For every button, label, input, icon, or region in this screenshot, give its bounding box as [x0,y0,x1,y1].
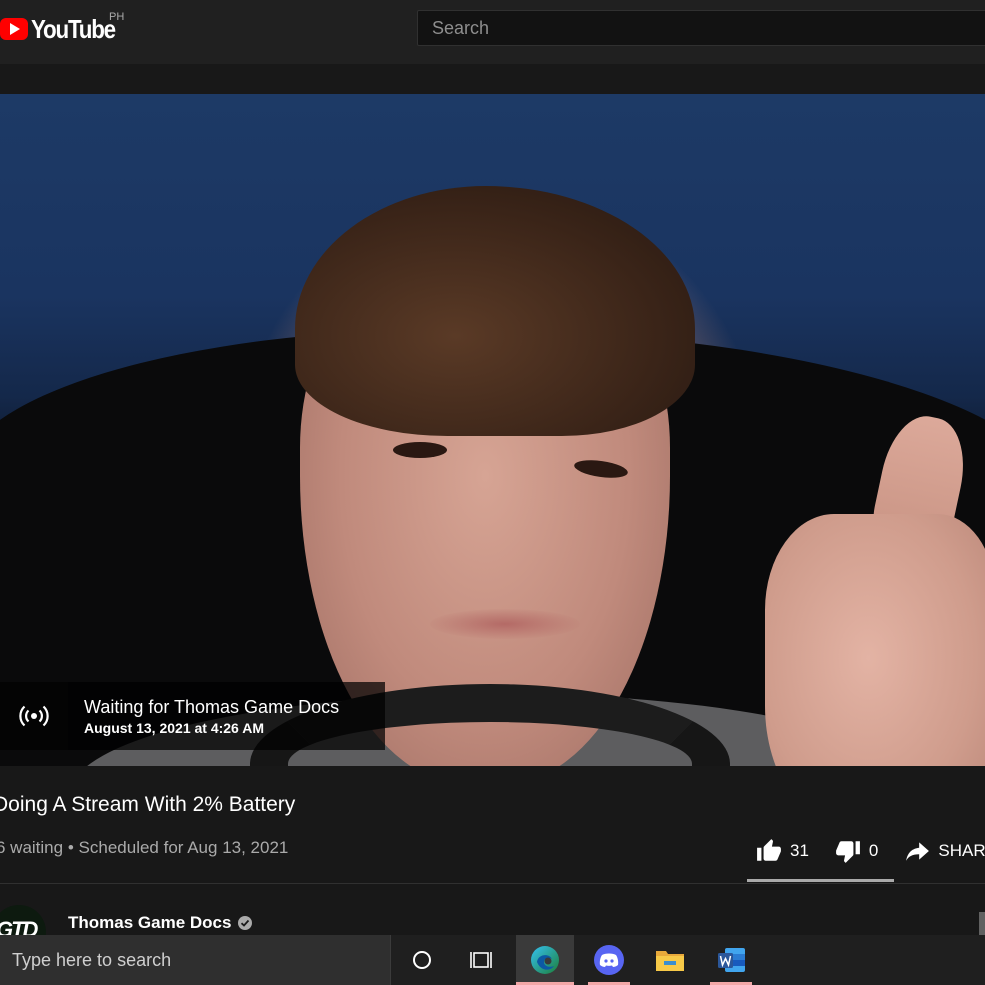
meta-separator: • [67,838,74,857]
search-box[interactable] [417,10,985,46]
dislike-count: 0 [868,841,879,860]
waiting-date: August 13, 2021 at 4:26 AM [84,720,264,736]
scrollbar-thumb[interactable] [979,912,985,935]
waiting-text: Waiting for Thomas Game Docs August 13, … [68,682,385,750]
logo-text: YouTube [31,13,116,44]
taskbar-search-placeholder: Type here to search [12,950,172,970]
like-button[interactable]: 31 [754,838,809,864]
waiting-overlay: Waiting for Thomas Game Docs August 13, … [0,682,385,750]
cortana-icon [413,951,431,969]
channel-name-link[interactable]: Thomas Game Docs [68,913,253,933]
verified-badge-icon [238,916,253,930]
country-code: PH [109,11,125,23]
windows-taskbar: Type here to search [0,935,985,985]
thumbs-down-icon [836,841,860,863]
thumbnail-hair [295,186,695,436]
video-meta: 6 waiting • Scheduled for Aug 13, 2021 [0,838,288,858]
waiting-count: 6 waiting [0,838,64,857]
channel-name: Thomas Game Docs [68,913,232,932]
video-player[interactable]: Waiting for Thomas Game Docs August 13, … [0,94,985,766]
word-taskbar-button[interactable] [702,935,760,985]
edge-taskbar-button[interactable] [516,935,574,985]
word-icon [718,948,745,972]
youtube-logo[interactable]: YouTube PH [0,11,129,44]
edge-icon [531,946,559,974]
cortana-button[interactable] [393,935,451,985]
video-title: Doing A Stream With 2% Battery [0,793,296,816]
discord-taskbar-button[interactable] [580,935,638,985]
waiting-title: Waiting for Thomas Game Docs [84,697,340,717]
live-broadcast-icon [0,682,68,750]
dislike-button[interactable]: 0 [833,838,878,864]
thumbs-up-icon [757,839,781,861]
file-explorer-taskbar-button[interactable] [641,935,699,985]
file-explorer-icon [656,951,684,971]
youtube-play-icon [0,18,28,40]
divider [0,883,985,884]
video-actions: 31 0 SHARE [754,836,985,866]
share-icon [906,842,930,861]
share-label: SHARE [938,841,985,860]
task-view-button[interactable] [453,935,511,985]
thumbnail-eye [393,442,447,458]
scheduled-date: Scheduled for Aug 13, 2021 [78,838,289,857]
search-input[interactable] [432,11,972,45]
masthead: YouTube PH [0,0,985,64]
like-count: 31 [790,841,809,860]
like-ratio-bar [747,879,894,882]
taskbar-search[interactable]: Type here to search [0,935,391,985]
thumbnail-hand [765,514,985,766]
share-button[interactable]: SHARE [902,838,985,864]
subbar [0,64,985,94]
discord-icon [594,945,624,975]
thumbnail-mouth [430,609,580,639]
task-view-icon [470,952,492,968]
